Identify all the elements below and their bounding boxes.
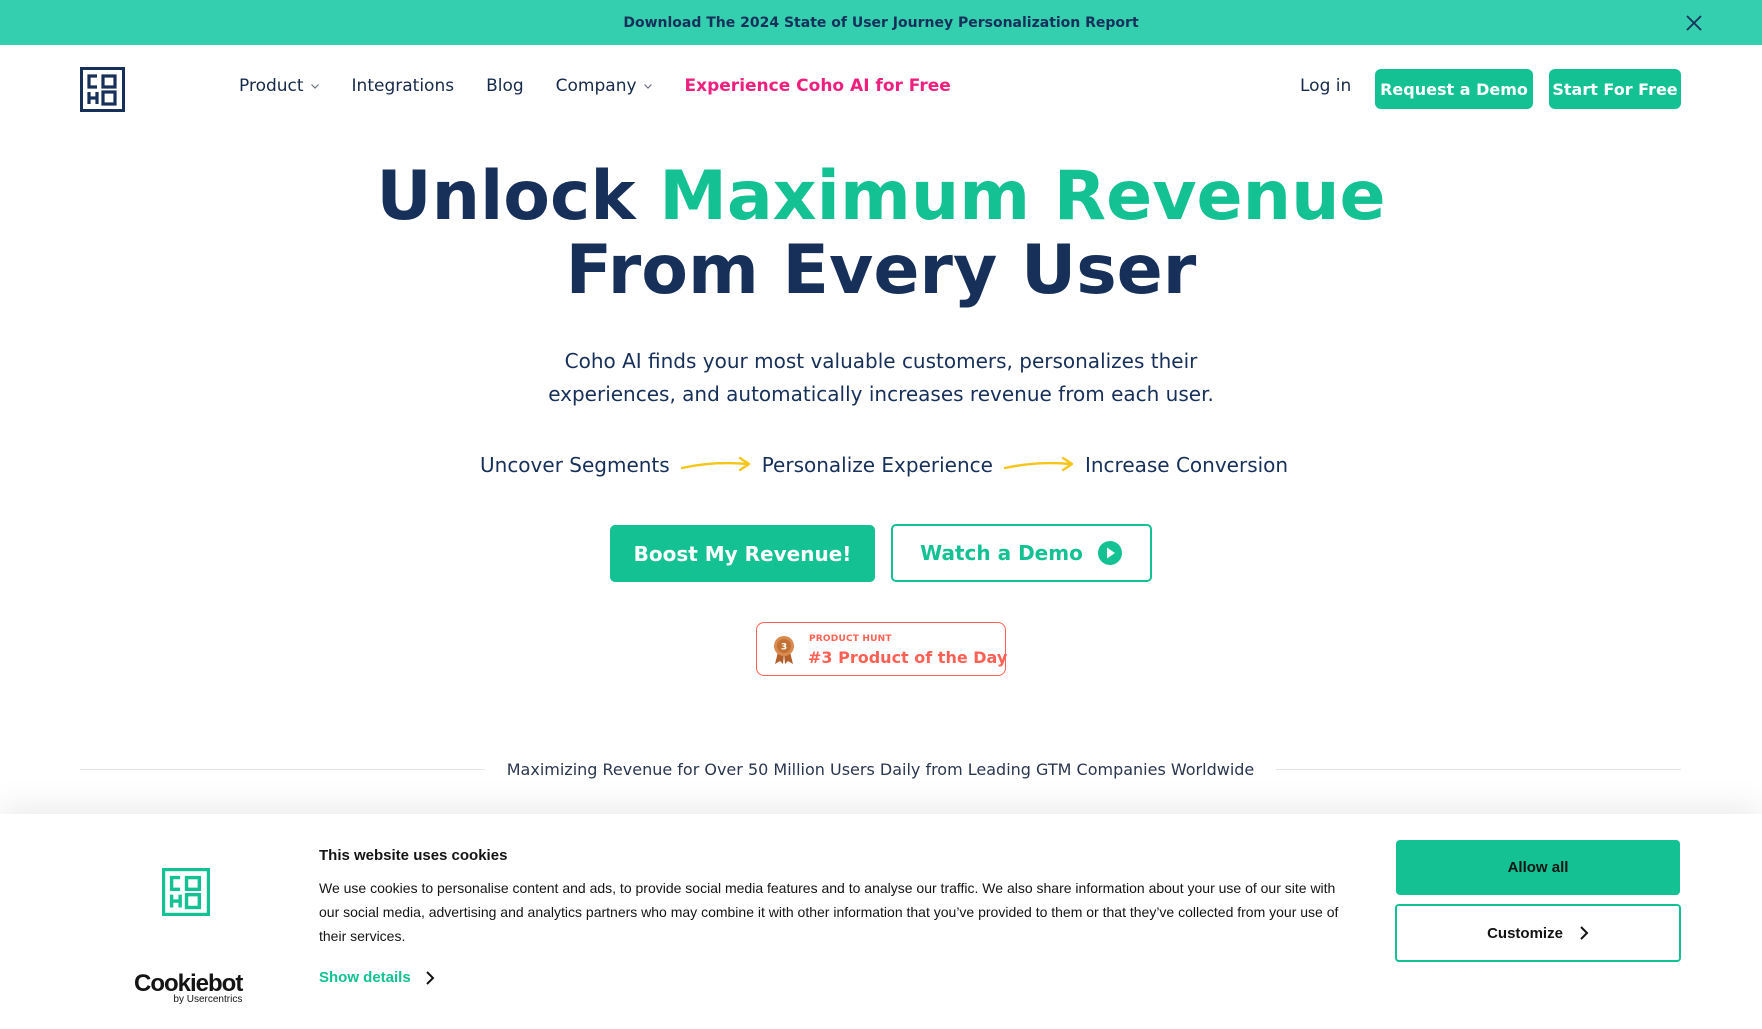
product-hunt-label: PRODUCT HUNT: [809, 634, 892, 644]
show-details-link[interactable]: Show details: [319, 969, 435, 986]
cookie-banner: Cookiebot by Usercentrics This website u…: [0, 814, 1762, 1029]
value-steps: Uncover Segments Personalize Experience …: [480, 453, 1288, 477]
nav-blog-label: Blog: [486, 76, 524, 96]
hero-subtitle-line1: Coho AI finds your most valuable custome…: [564, 349, 1198, 373]
coho-logo-icon: [162, 868, 210, 916]
hero-subtitle-line2: experiences, and automatically increases…: [548, 382, 1214, 406]
announcement-banner[interactable]: Download The 2024 State of User Journey …: [0, 0, 1762, 45]
boost-revenue-button[interactable]: Boost My Revenue!: [610, 525, 875, 582]
trust-text: Maximizing Revenue for Over 50 Million U…: [506, 759, 1255, 779]
step-personalize: Personalize Experience: [761, 453, 993, 477]
divider: [1276, 768, 1681, 770]
main-nav: Product Integrations Blog Company Experi…: [0, 45, 1762, 133]
hero-title-part1: Unlock: [376, 157, 636, 236]
cookie-title: This website uses cookies: [319, 847, 508, 864]
cookiebot-brand: Cookiebot: [134, 970, 243, 997]
hero-title-accent: Maximum Revenue: [659, 157, 1386, 236]
customize-button[interactable]: Customize: [1395, 904, 1681, 962]
allow-all-button[interactable]: Allow all: [1396, 840, 1680, 895]
medal-rank: 3: [781, 643, 787, 653]
request-demo-button[interactable]: Request a Demo: [1375, 69, 1533, 109]
watch-demo-button[interactable]: Watch a Demo: [891, 524, 1152, 582]
nav-blog[interactable]: Blog: [486, 76, 524, 96]
chevron-down-icon: [643, 84, 652, 89]
nav-integrations-label: Integrations: [351, 76, 455, 96]
hero-subtitle: Coho AI finds your most valuable custome…: [0, 345, 1762, 411]
medal-icon: 3: [774, 636, 794, 664]
nav-experience-label: Experience Coho AI for Free: [684, 76, 951, 96]
nav-company-label: Company: [555, 76, 637, 96]
step-uncover: Uncover Segments: [480, 453, 670, 477]
arrow-right-icon: [680, 456, 750, 472]
nav-product[interactable]: Product: [239, 76, 320, 96]
chevron-down-icon: [310, 84, 319, 89]
arrow-right-icon: [1003, 456, 1074, 472]
watch-demo-label: Watch a Demo: [920, 541, 1083, 565]
step-increase: Increase Conversion: [1084, 453, 1289, 477]
hero-title-line2: From Every User: [565, 231, 1197, 310]
close-icon[interactable]: [1684, 13, 1704, 33]
hero-title: Unlock Maximum Revenue From Every User: [0, 160, 1762, 308]
nav-experience-free[interactable]: Experience Coho AI for Free: [685, 76, 951, 96]
product-hunt-title: #3 Product of the Day: [808, 648, 1008, 667]
coho-logo-icon[interactable]: [80, 67, 125, 112]
divider: [80, 768, 485, 770]
chevron-right-icon: [1580, 926, 1589, 940]
nav-company[interactable]: Company: [556, 76, 653, 96]
nav-integrations[interactable]: Integrations: [352, 76, 455, 96]
show-details-label: Show details: [319, 969, 411, 986]
login-link[interactable]: Log in: [1300, 76, 1351, 96]
start-free-button[interactable]: Start For Free: [1549, 69, 1681, 109]
banner-link[interactable]: Download The 2024 State of User Journey …: [623, 15, 1138, 31]
chevron-right-icon: [425, 970, 435, 985]
product-hunt-badge[interactable]: 3 PRODUCT HUNT #3 Product of the Day: [756, 622, 1008, 676]
customize-label: Customize: [1487, 924, 1563, 942]
cookiebot-logo[interactable]: Cookiebot by Usercentrics: [134, 970, 243, 1006]
trust-strip: Maximizing Revenue for Over 50 Million U…: [80, 756, 1681, 782]
play-icon: [1097, 541, 1122, 565]
cookie-body: We use cookies to personalise content an…: [319, 880, 1339, 944]
nav-product-label: Product: [239, 76, 304, 96]
